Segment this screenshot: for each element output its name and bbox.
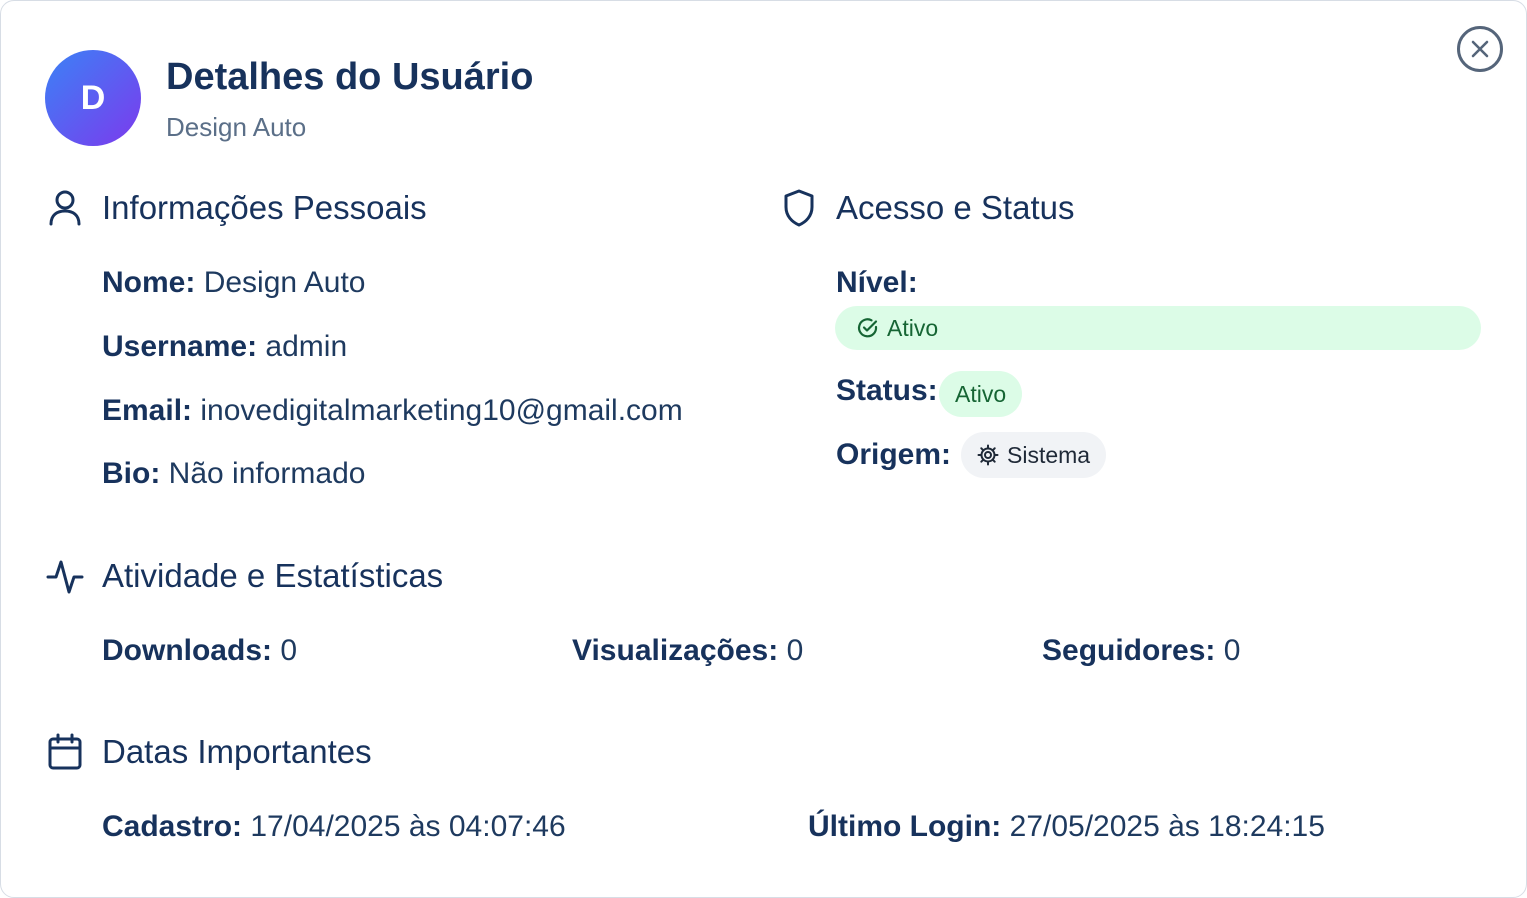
stat-downloads-label: Downloads: (102, 634, 272, 667)
field-name-value: Design Auto (203, 266, 366, 299)
field-username-value: admin (265, 330, 348, 363)
close-button[interactable] (1457, 26, 1503, 72)
user-icon (49, 190, 81, 226)
field-username-label: Username: (102, 330, 258, 363)
date-signup-value: 17/04/2025 às 04:07:46 (250, 810, 566, 843)
origin-badge-text: Sistema (1007, 441, 1091, 468)
date-last-login-value: 27/05/2025 às 18:24:15 (1009, 810, 1325, 843)
stat-followers-value: 0 (1223, 634, 1241, 667)
level-badge: Ativo (835, 306, 1481, 350)
level-badge-text: Ativo (887, 314, 939, 341)
field-bio-value: Não informado (168, 457, 366, 490)
field-email-label: Email: (102, 394, 193, 427)
shield-icon (784, 189, 814, 227)
field-email: Email: inovedigitalmarketing10@gmail.com (102, 394, 683, 428)
user-details-modal: D Detalhes do Usuário Design Auto Inform… (0, 0, 1527, 898)
stat-views-label: Visualizações: (572, 634, 779, 667)
field-origin-label: Origem: (836, 438, 952, 471)
status-badge: Ativo (939, 371, 1023, 417)
field-name: Nome: Design Auto (102, 266, 365, 300)
stat-followers-label: Seguidores: (1042, 634, 1216, 667)
field-name-label: Nome: (102, 266, 196, 299)
field-email-value: inovedigitalmarketing10@gmail.com (200, 394, 683, 427)
modal-subtitle: Design Auto (166, 112, 307, 142)
avatar-initial: D (80, 78, 106, 117)
status-badge-text: Ativo (955, 380, 1007, 407)
close-icon (1471, 40, 1489, 58)
section-title-activity: Atividade e Estatísticas (102, 557, 444, 594)
stat-downloads-value: 0 (280, 634, 298, 667)
field-bio: Bio: Não informado (102, 457, 365, 491)
section-title-personal: Informações Pessoais (102, 189, 427, 226)
gear-icon (977, 444, 999, 466)
stat-followers: Seguidores: 0 (1042, 634, 1240, 668)
avatar: D (45, 50, 141, 146)
field-origin: Origem: (836, 438, 951, 472)
date-signup: Cadastro: 17/04/2025 às 04:07:46 (102, 810, 566, 844)
field-level-label: Nível: (836, 266, 918, 299)
date-last-login: Último Login: 27/05/2025 às 18:24:15 (808, 810, 1325, 844)
calendar-icon (48, 733, 82, 770)
stat-views: Visualizações: 0 (572, 634, 803, 668)
stat-downloads: Downloads: 0 (102, 634, 297, 668)
date-signup-label: Cadastro: (102, 810, 243, 843)
activity-icon (46, 560, 84, 594)
origin-badge: Sistema (961, 432, 1107, 478)
section-title-access: Acesso e Status (836, 189, 1075, 226)
section-title-dates: Datas Importantes (102, 733, 372, 770)
field-username: Username: admin (102, 330, 347, 364)
field-level: Nível: (836, 266, 918, 300)
modal-title: Detalhes do Usuário (166, 56, 534, 98)
check-circle-icon (857, 318, 878, 338)
stat-views-value: 0 (786, 634, 804, 667)
field-status: Status: (836, 374, 938, 408)
date-last-login-label: Último Login: (808, 810, 1002, 843)
field-status-label: Status: (836, 374, 938, 407)
field-bio-label: Bio: (102, 457, 161, 490)
